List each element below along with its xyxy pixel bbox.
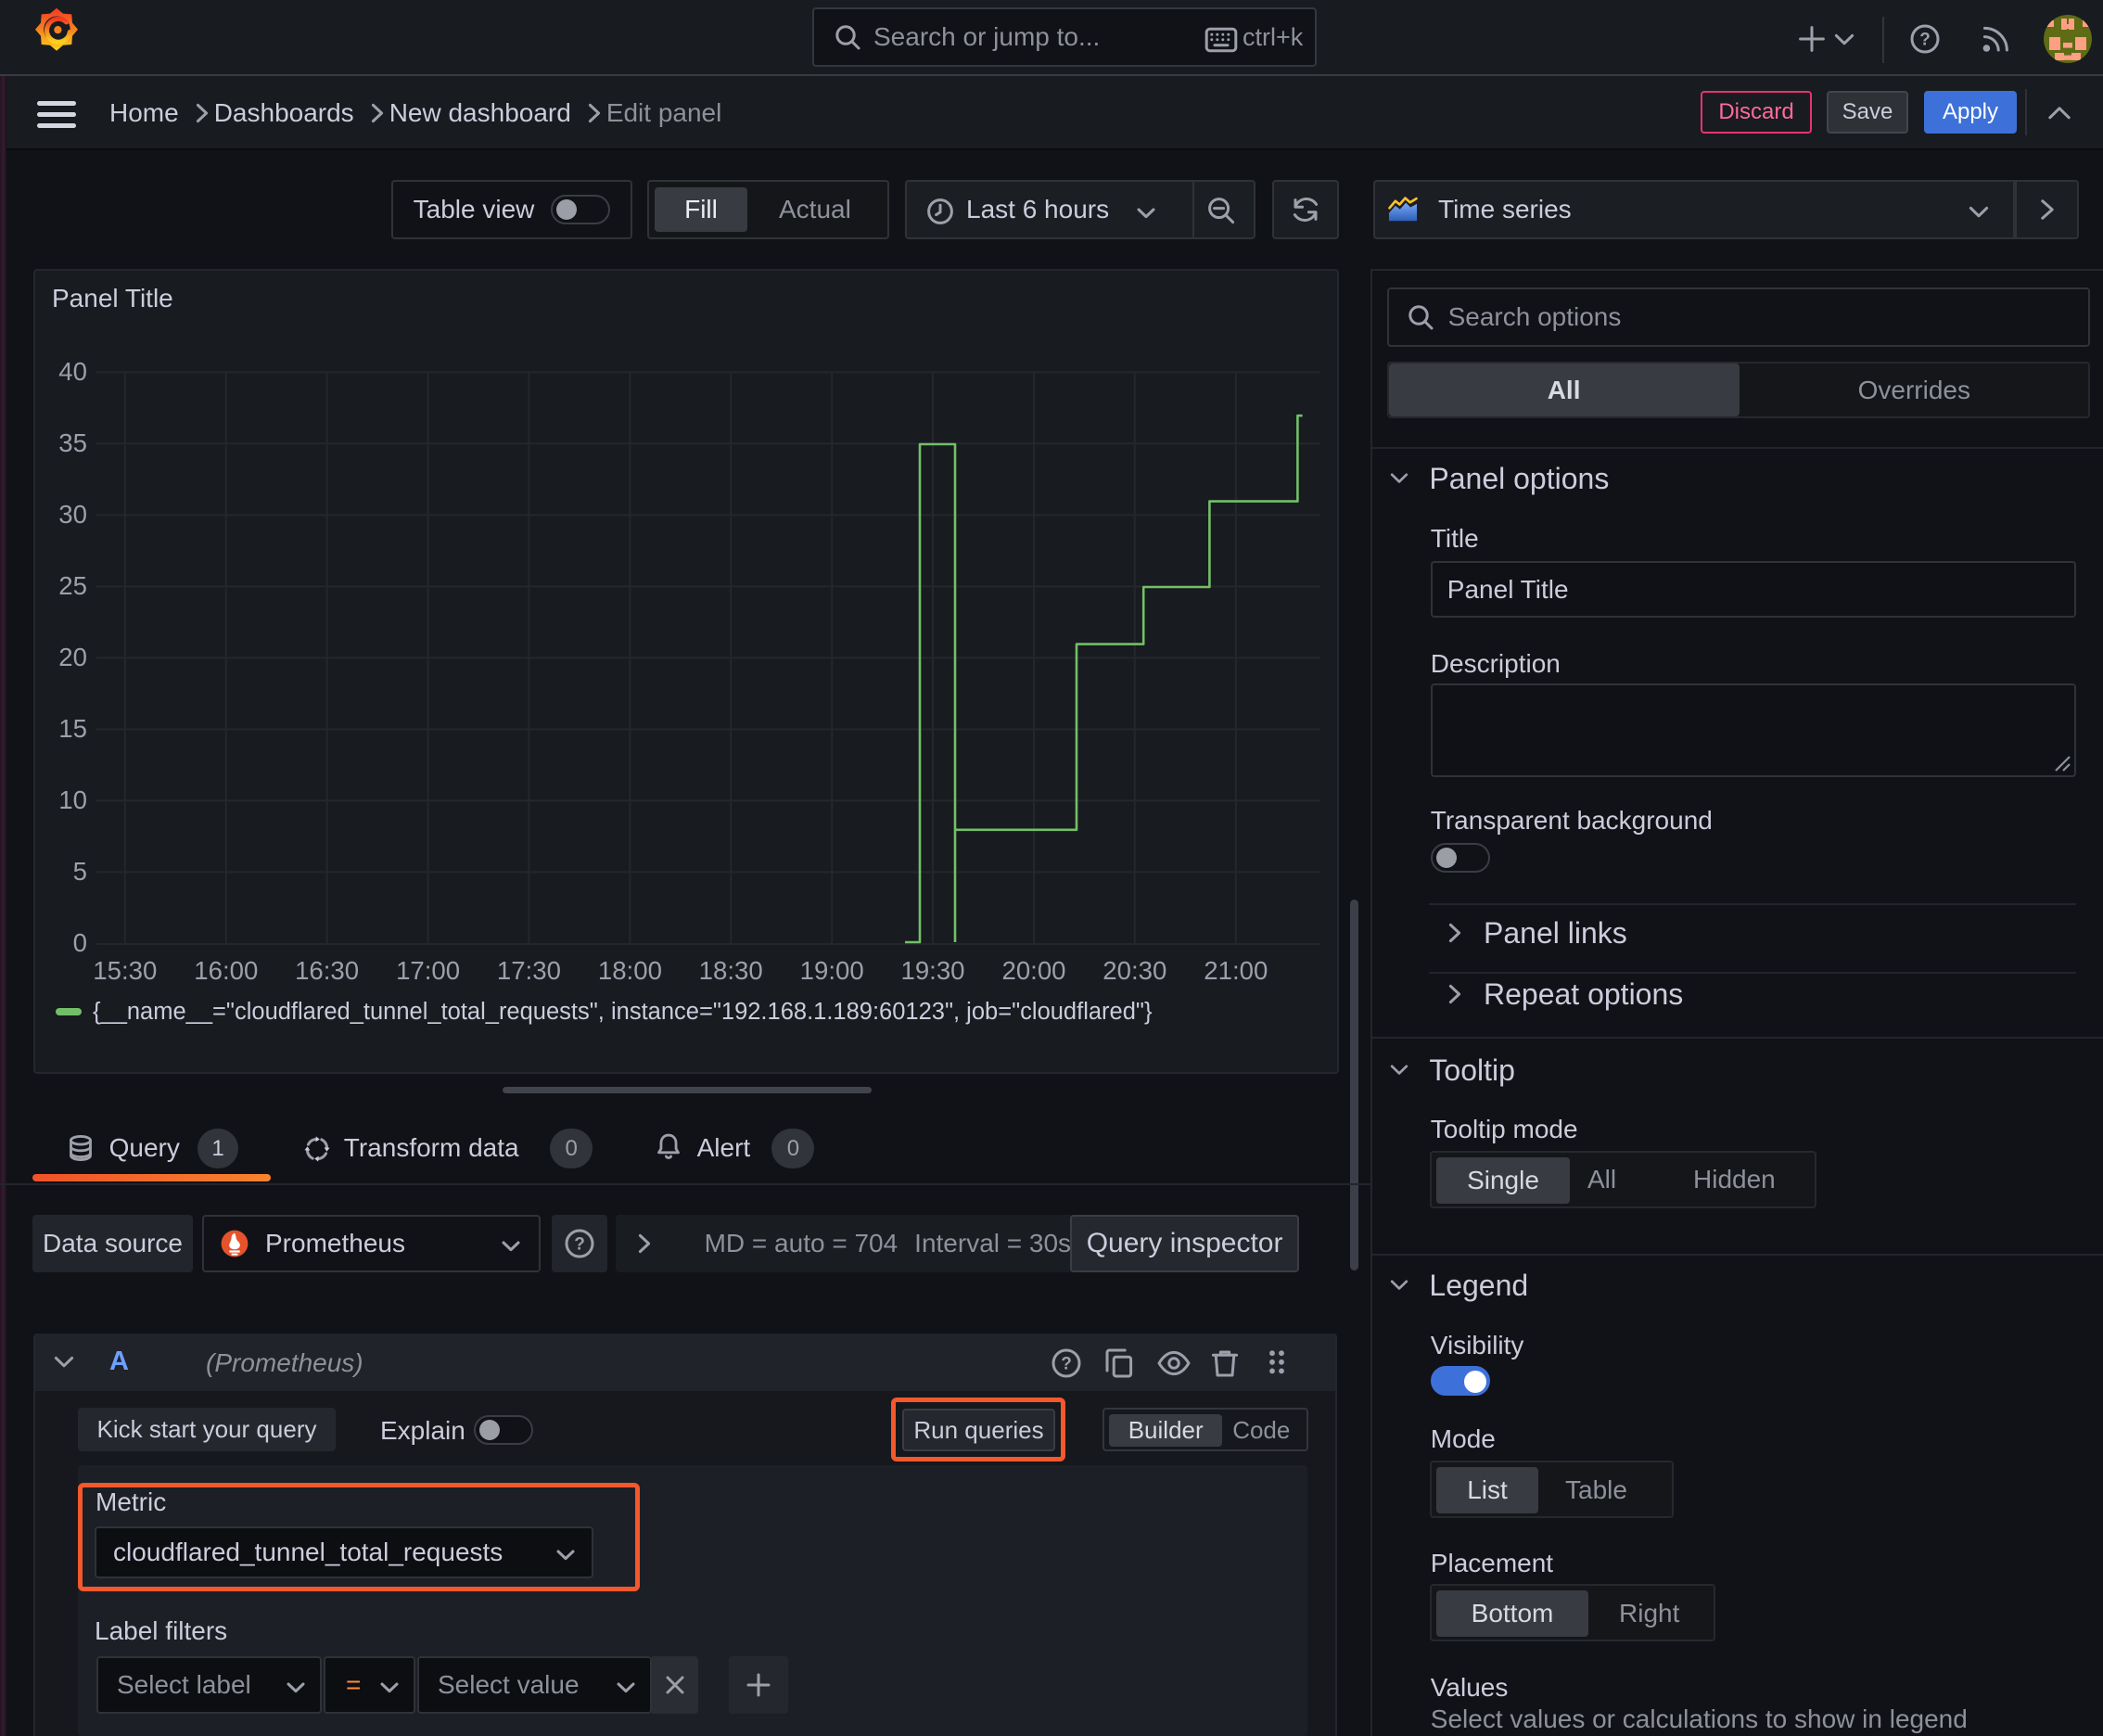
svg-text:15:30: 15:30 [93, 956, 157, 985]
svg-text:30: 30 [58, 500, 87, 529]
svg-text:21:00: 21:00 [1204, 956, 1268, 985]
svg-text:16:00: 16:00 [194, 956, 258, 985]
svg-text:20:00: 20:00 [1001, 956, 1065, 985]
svg-text:18:30: 18:30 [699, 956, 763, 985]
svg-text:18:00: 18:00 [598, 956, 662, 985]
svg-text:?: ? [1919, 31, 1931, 50]
svg-text:17:30: 17:30 [497, 956, 561, 985]
svg-text:20: 20 [58, 643, 87, 671]
svg-text:19:00: 19:00 [800, 956, 864, 985]
svg-text:0: 0 [73, 928, 87, 957]
svg-text:19:30: 19:30 [900, 956, 964, 985]
svg-text:5: 5 [73, 857, 87, 886]
svg-text:40: 40 [58, 357, 87, 386]
svg-text:17:00: 17:00 [396, 956, 460, 985]
svg-text:?: ? [574, 1235, 585, 1255]
svg-text:25: 25 [58, 571, 87, 600]
svg-text:?: ? [1061, 1355, 1072, 1374]
svg-text:16:30: 16:30 [295, 956, 359, 985]
svg-text:15: 15 [58, 714, 87, 743]
svg-text:20:30: 20:30 [1102, 956, 1166, 985]
svg-text:10: 10 [58, 785, 87, 814]
svg-text:35: 35 [58, 428, 87, 457]
